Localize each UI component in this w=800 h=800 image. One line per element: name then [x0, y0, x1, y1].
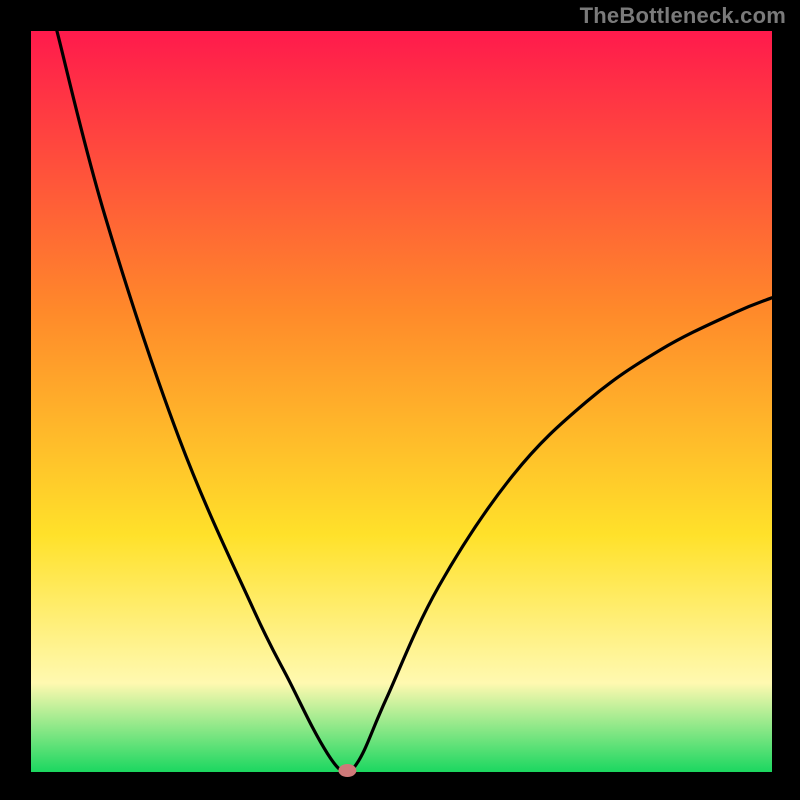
chart-root: TheBottleneck.com [0, 0, 800, 800]
bottleneck-chart-svg [0, 0, 800, 800]
optimal-point-marker [338, 764, 356, 777]
watermark-label: TheBottleneck.com [580, 3, 786, 29]
